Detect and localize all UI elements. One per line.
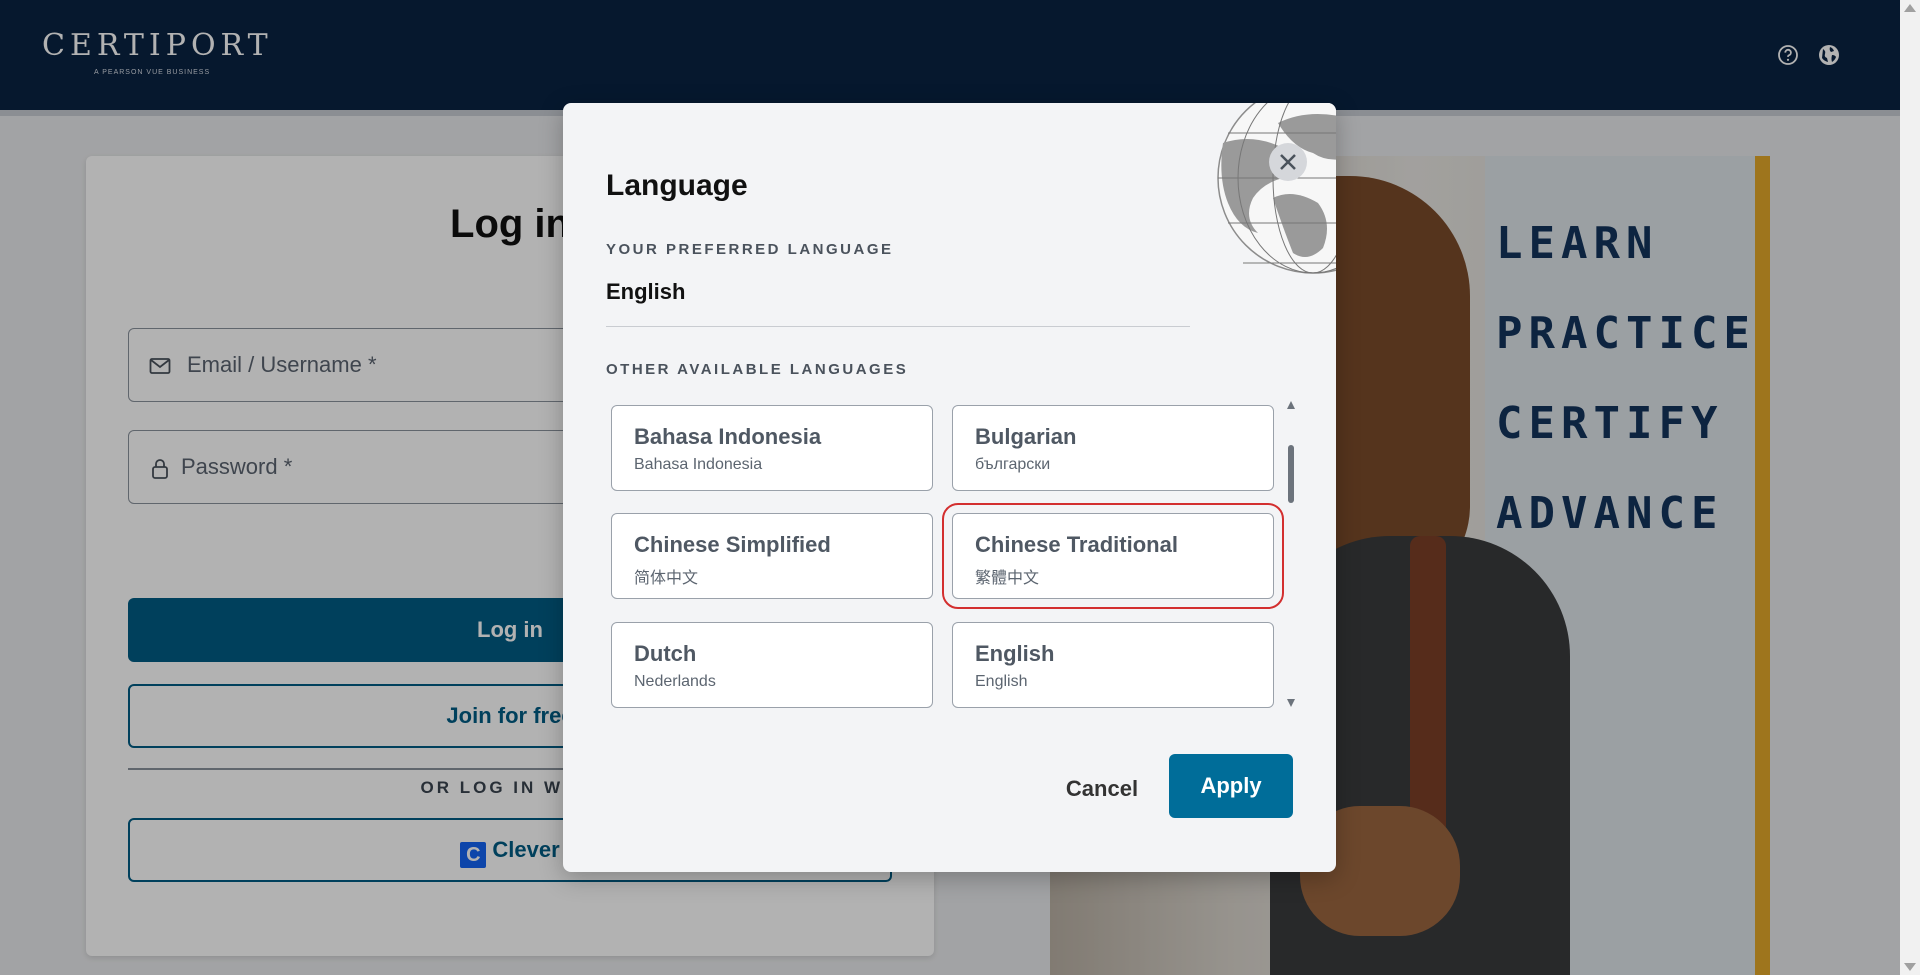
language-name: English bbox=[975, 641, 1055, 666]
language-list-scrollbar[interactable] bbox=[1287, 401, 1295, 707]
preferred-language-label: YOUR PREFERRED LANGUAGE bbox=[606, 241, 894, 258]
close-button[interactable] bbox=[1269, 143, 1307, 181]
language-name: Dutch bbox=[634, 641, 697, 666]
language-native-name: български bbox=[975, 456, 1051, 473]
language-option-bulgarian[interactable]: Bulgarian български bbox=[952, 405, 1274, 491]
globe-illustration-icon bbox=[1217, 103, 1336, 274]
dialog-title: Language bbox=[606, 169, 748, 202]
language-name: Bahasa Indonesia bbox=[634, 424, 822, 449]
preferred-language-value: English bbox=[606, 279, 686, 304]
scroll-up-arrow-icon[interactable] bbox=[1904, 4, 1916, 12]
language-option-chinese-simplified[interactable]: Chinese Simplified 简体中文 bbox=[611, 513, 933, 599]
language-option-bahasa-indonesia[interactable]: Bahasa Indonesia Bahasa Indonesia bbox=[611, 405, 933, 491]
language-native-name: 简体中文 bbox=[634, 570, 699, 587]
close-icon bbox=[1280, 154, 1296, 170]
language-option-english[interactable]: English English bbox=[952, 622, 1274, 708]
page-scrollbar[interactable] bbox=[1900, 0, 1920, 975]
list-scroll-down-icon[interactable] bbox=[1287, 699, 1295, 707]
list-scroll-thumb[interactable] bbox=[1288, 445, 1294, 503]
language-native-name: 繁體中文 bbox=[975, 570, 1040, 587]
language-dialog: Language YOUR PREFERRED LANGUAGE English… bbox=[563, 103, 1336, 872]
language-list: Bahasa Indonesia Bahasa Indonesia Bulgar… bbox=[606, 398, 1290, 708]
language-name: Chinese Traditional bbox=[975, 532, 1178, 557]
scroll-down-arrow-icon[interactable] bbox=[1904, 963, 1916, 971]
language-option-dutch[interactable]: Dutch Nederlands bbox=[611, 622, 933, 708]
apply-button[interactable]: Apply bbox=[1169, 754, 1293, 818]
language-name: Bulgarian bbox=[975, 424, 1077, 449]
language-name: Chinese Simplified bbox=[634, 532, 831, 557]
list-scroll-up-icon[interactable] bbox=[1287, 401, 1295, 409]
language-option-chinese-traditional[interactable]: Chinese Traditional 繁體中文 bbox=[942, 503, 1284, 609]
language-native-name: English bbox=[975, 673, 1028, 690]
language-native-name: Nederlands bbox=[634, 673, 716, 690]
cancel-button[interactable]: Cancel bbox=[1042, 757, 1162, 821]
language-native-name: Bahasa Indonesia bbox=[634, 456, 763, 473]
section-separator bbox=[606, 326, 1190, 327]
other-languages-label: OTHER AVAILABLE LANGUAGES bbox=[606, 361, 909, 378]
